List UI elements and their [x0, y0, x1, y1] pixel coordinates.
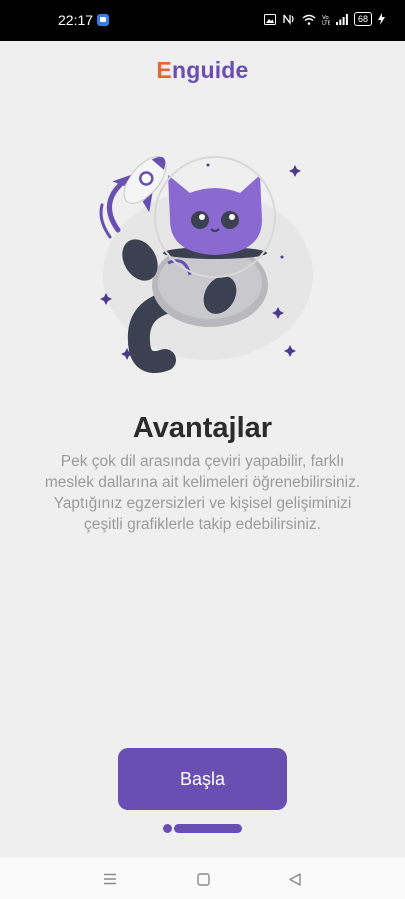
page-description: Pek çok dil arasında çeviri yapabilir, f…	[44, 453, 361, 533]
wifi-icon	[302, 14, 316, 25]
status-bar: 22:17 Vo LTE 68	[0, 0, 405, 41]
page-indicator-active	[174, 824, 242, 833]
volte-icon: Vo LTE	[322, 15, 330, 26]
page-indicator	[163, 824, 242, 833]
app-notification-icon	[97, 14, 109, 26]
astronaut-cat-rocket-illustration	[99, 156, 313, 373]
system-navigation-bar	[0, 857, 405, 899]
battery-icon: 68	[353, 12, 372, 26]
status-icons: Vo LTE 68	[263, 12, 385, 26]
image-icon	[263, 13, 276, 25]
menu-icon[interactable]	[100, 869, 120, 889]
charging-icon	[378, 13, 385, 25]
status-time: 22:17	[58, 12, 94, 28]
page-indicator-dot	[163, 824, 172, 833]
signal-icon	[335, 13, 348, 25]
start-button[interactable]: Başla	[118, 748, 287, 810]
back-icon[interactable]	[285, 869, 305, 889]
logo-letter-e: E	[156, 57, 172, 83]
home-icon[interactable]	[193, 869, 213, 889]
page-title: Avantajlar	[132, 412, 273, 444]
app-logo: Enguide	[0, 57, 405, 84]
nfc-icon	[283, 14, 294, 25]
svg-text:LTE: LTE	[322, 21, 330, 26]
logo-text: nguide	[171, 57, 249, 83]
